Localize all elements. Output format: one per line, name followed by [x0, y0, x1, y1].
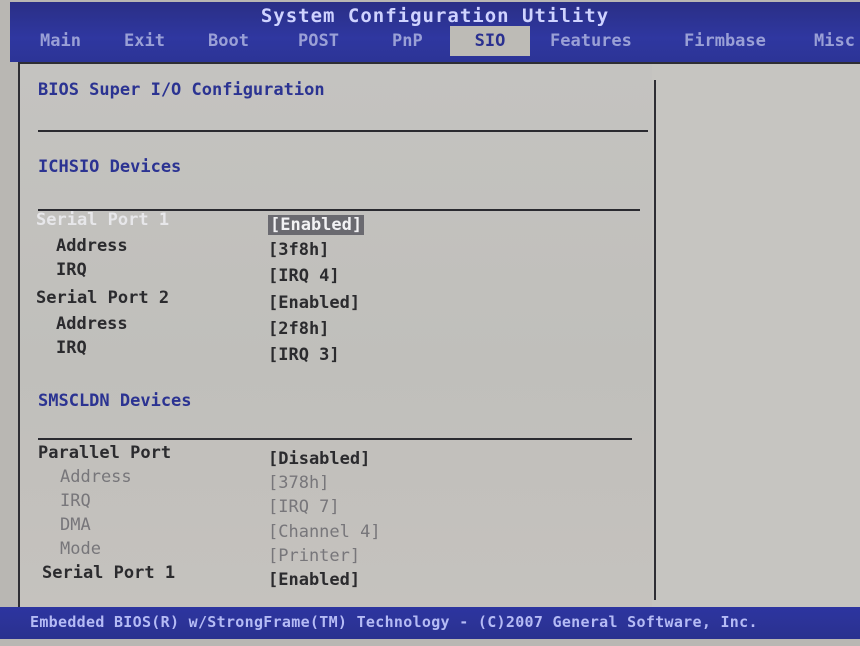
panel-divider [654, 80, 656, 600]
top-menu-bar: System Configuration Utility Main Exit B… [10, 2, 860, 62]
setting-label: Address [56, 236, 128, 256]
utility-title: System Configuration Utility [260, 5, 610, 27]
tab-misc[interactable]: Misc [808, 26, 860, 56]
setting-label: Address [60, 467, 132, 487]
tab-exit[interactable]: Exit [118, 26, 171, 56]
parallel-port-address-value: [378h] [268, 473, 330, 493]
bios-screen: System Configuration Utility Main Exit B… [0, 0, 860, 646]
setting-label: Parallel Port [38, 443, 172, 463]
setting-label: DMA [60, 515, 91, 535]
parallel-port-dma-value: [Channel 4] [268, 522, 381, 542]
setting-label: IRQ [56, 338, 87, 358]
help-panel [652, 62, 860, 609]
divider [38, 438, 632, 440]
tab-boot[interactable]: Boot [202, 26, 255, 56]
serial-port-1-address-value[interactable]: [3f8h] [268, 240, 329, 260]
copyright-text: Embedded BIOS(R) w/StrongFrame(TM) Techn… [30, 613, 758, 631]
setting-label: IRQ [60, 491, 91, 511]
parallel-port-mode-value: [Printer] [268, 546, 361, 566]
tab-features[interactable]: Features [544, 26, 638, 56]
parallel-port-value[interactable]: [Disabled] [268, 449, 370, 469]
tab-sio[interactable]: SIO [450, 26, 530, 56]
parallel-port-irq-value: [IRQ 7] [268, 497, 340, 517]
serial-port-2-irq-value[interactable]: [IRQ 3] [268, 345, 340, 365]
serial-port-1-value[interactable]: [Enabled] [268, 215, 365, 235]
tab-firmbase[interactable]: Firmbase [678, 26, 772, 56]
tab-main[interactable]: Main [34, 26, 87, 56]
tab-post[interactable]: POST [292, 26, 345, 56]
serial-port-2-value[interactable]: [Enabled] [268, 293, 360, 313]
tab-pnp[interactable]: PnP [386, 26, 429, 56]
smscldn-serial-port-1-value[interactable]: [Enabled] [268, 570, 360, 590]
serial-port-2-address-value[interactable]: [2f8h] [268, 319, 329, 339]
setting-label: Serial Port 1 [36, 210, 170, 230]
setting-label: Serial Port 2 [36, 288, 170, 308]
status-bar: Embedded BIOS(R) w/StrongFrame(TM) Techn… [0, 607, 860, 639]
setting-label: Serial Port 1 [42, 563, 176, 583]
setting-label: IRQ [56, 260, 87, 280]
page-title: BIOS Super I/O Configuration [38, 80, 325, 100]
setting-label: Address [56, 314, 128, 334]
section-heading-ichsio: ICHSIO Devices [38, 157, 182, 177]
setting-label: Mode [60, 539, 101, 559]
divider [38, 130, 648, 132]
section-heading-smscldn: SMSCLDN Devices [38, 391, 192, 411]
serial-port-1-irq-value[interactable]: [IRQ 4] [268, 266, 340, 286]
